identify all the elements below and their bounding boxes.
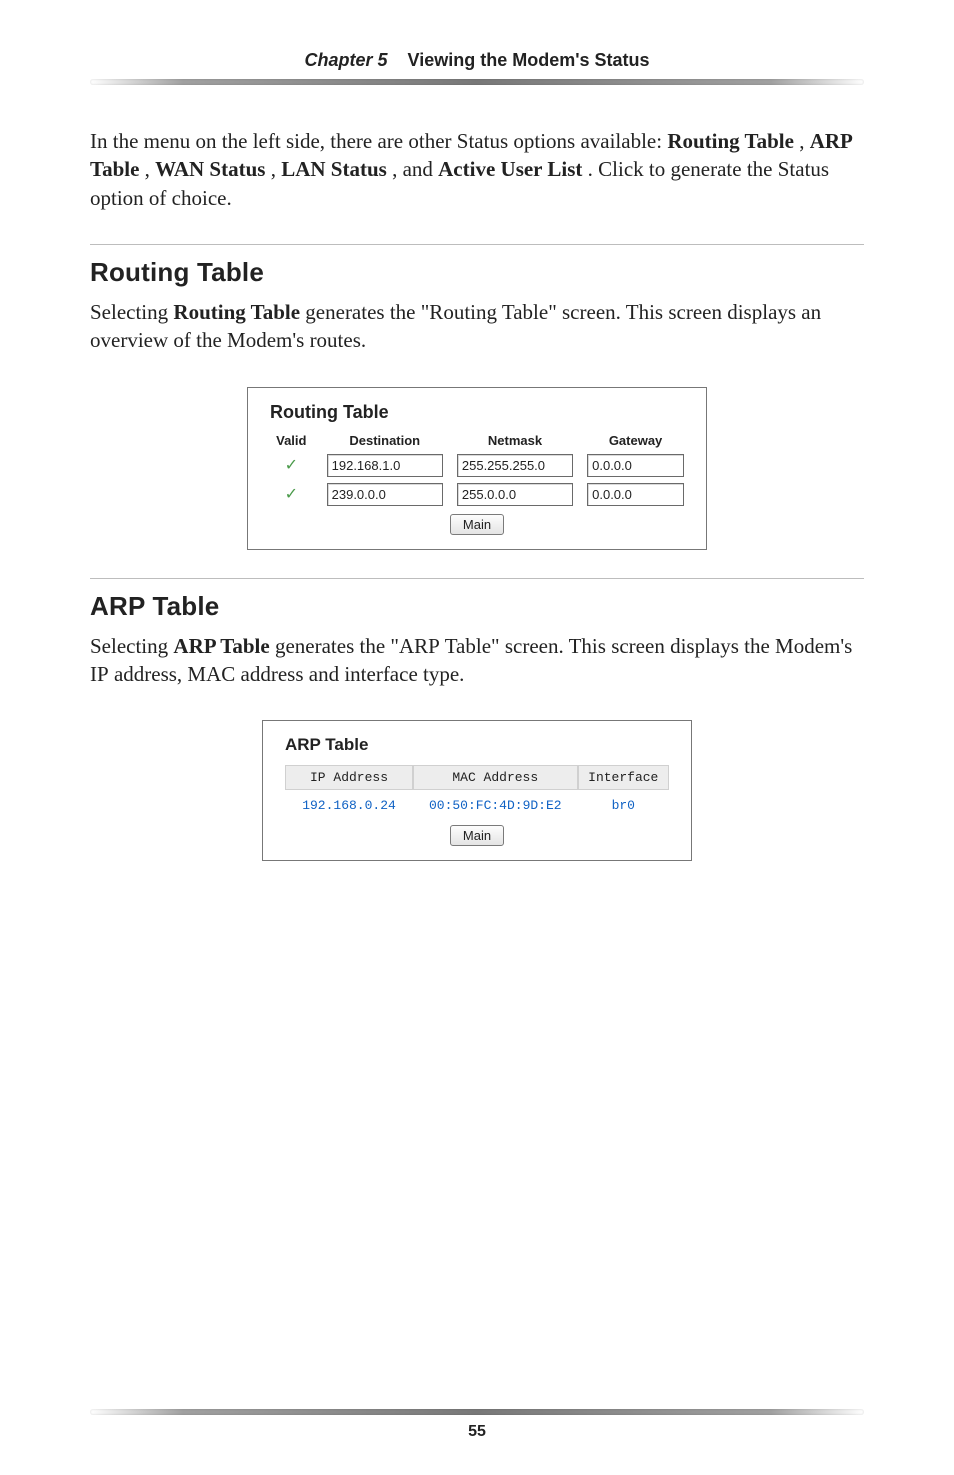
routing-col-gateway: Gateway — [587, 433, 684, 448]
routing-table-figure: Routing Table Valid Destination Netmask … — [247, 387, 707, 550]
routing-table-heading: Routing Table — [90, 257, 864, 288]
arp-table-heading: ARP Table — [90, 591, 864, 622]
routing-netmask-cell: 255.0.0.0 — [457, 483, 573, 506]
header-divider — [90, 79, 864, 85]
routing-table-header-row: Valid Destination Netmask Gateway — [270, 433, 684, 448]
arp-ip-cell: 192.168.0.24 — [285, 794, 413, 817]
routing-gateway-cell: 0.0.0.0 — [587, 454, 684, 477]
page-number: 55 — [0, 1423, 954, 1441]
arp-mac-cell: 00:50:FC:4D:9D:E2 — [413, 794, 578, 817]
intro-pre: In the menu on the left side, there are … — [90, 129, 667, 153]
valid-check-icon: ✓ — [270, 484, 313, 504]
arp-table-figure: ARP Table IP Address MAC Address Interfa… — [262, 720, 692, 861]
intro-paragraph: In the menu on the left side, there are … — [90, 127, 864, 212]
intro-opt-lan-status: LAN Status — [281, 157, 387, 181]
section-divider — [90, 578, 864, 579]
routing-netmask-cell: 255.255.255.0 — [457, 454, 573, 477]
arp-main-button[interactable]: Main — [450, 825, 504, 846]
intro-opt-routing-table: Routing Table — [667, 129, 794, 153]
arp-table-row: 192.168.0.24 00:50:FC:4D:9D:E2 br0 — [285, 794, 669, 817]
arp-col-mac: MAC Address — [413, 765, 578, 790]
routing-table-description: Selecting Routing Table generates the "R… — [90, 298, 864, 355]
routing-col-netmask: Netmask — [457, 433, 573, 448]
routing-main-button[interactable]: Main — [450, 514, 504, 535]
arp-table-description: Selecting ARP Table generates the "ARP T… — [90, 632, 864, 689]
footer-divider — [90, 1409, 864, 1415]
arp-table-header-row: IP Address MAC Address Interface — [285, 765, 669, 790]
arp-figure-title: ARP Table — [285, 735, 669, 755]
intro-opt-active-user-list: Active User List — [438, 157, 582, 181]
routing-table-row: ✓ 192.168.1.0 255.255.255.0 0.0.0.0 — [270, 454, 684, 477]
section-divider — [90, 244, 864, 245]
chapter-title: Viewing the Modem's Status — [408, 50, 650, 70]
chapter-label: Chapter 5 — [304, 50, 387, 70]
arp-col-interface: Interface — [578, 765, 669, 790]
arp-interface-cell: br0 — [578, 794, 669, 817]
routing-destination-cell: 239.0.0.0 — [327, 483, 443, 506]
routing-destination-cell: 192.168.1.0 — [327, 454, 443, 477]
valid-check-icon: ✓ — [270, 455, 313, 475]
arp-col-ip: IP Address — [285, 765, 413, 790]
routing-col-valid: Valid — [270, 433, 313, 448]
routing-col-destination: Destination — [327, 433, 443, 448]
routing-figure-title: Routing Table — [270, 402, 684, 423]
intro-opt-wan-status: WAN Status — [155, 157, 265, 181]
chapter-header: Chapter 5 Viewing the Modem's Status — [90, 50, 864, 71]
routing-table-row: ✓ 239.0.0.0 255.0.0.0 0.0.0.0 — [270, 483, 684, 506]
routing-gateway-cell: 0.0.0.0 — [587, 483, 684, 506]
